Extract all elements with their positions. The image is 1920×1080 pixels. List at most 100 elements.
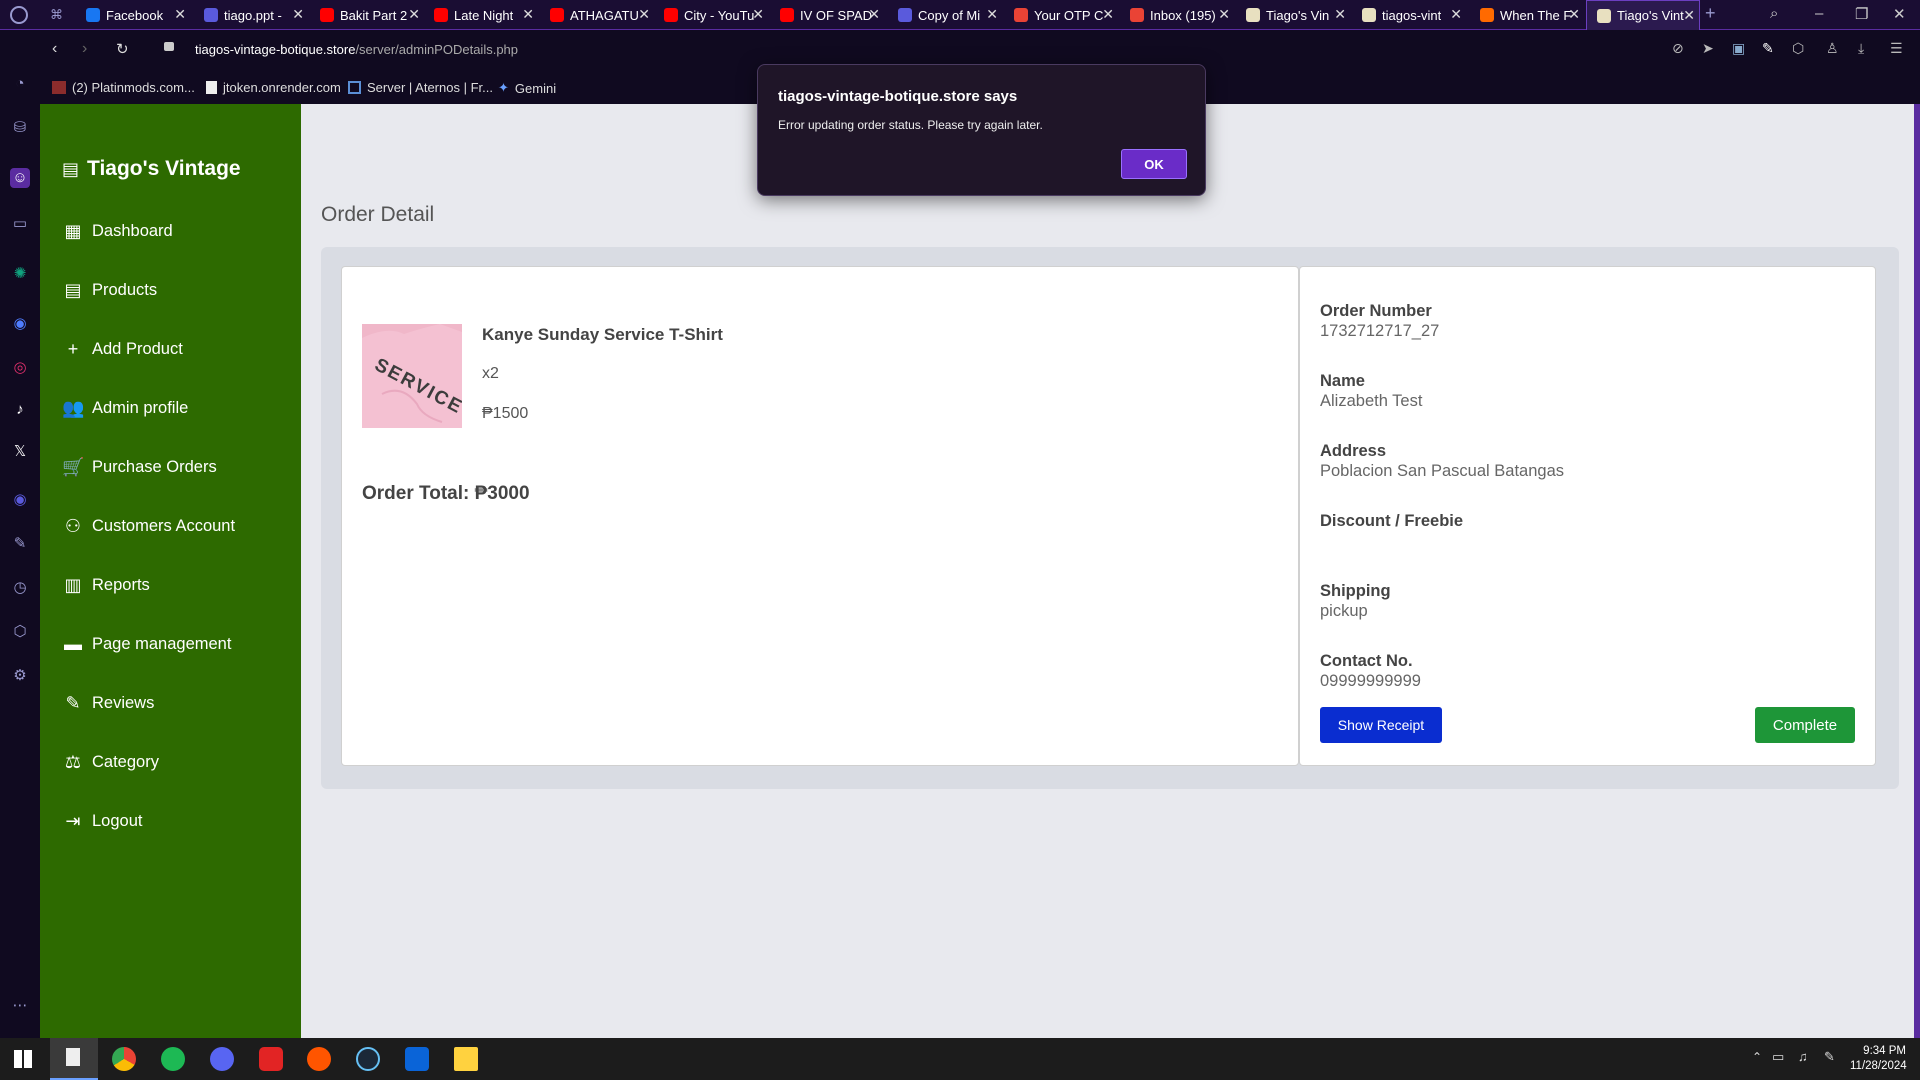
browser-tab[interactable]: tiago.ppt - ✕ bbox=[194, 0, 308, 30]
url-field[interactable]: tiagos-vintage-botique.store/server/admi… bbox=[195, 42, 518, 57]
sidebar-item-page-management[interactable]: ▬ Page management bbox=[62, 633, 231, 655]
soundcloud-icon[interactable] bbox=[307, 1047, 331, 1071]
browser-tab[interactable]: tiagos-vint ✕ bbox=[1352, 0, 1466, 30]
reload-icon[interactable]: ↻ bbox=[116, 40, 129, 58]
browser-tab[interactable]: Late Night ✕ bbox=[424, 0, 538, 30]
cube-icon[interactable]: ⬡ bbox=[1792, 40, 1804, 57]
forward-icon[interactable]: › bbox=[82, 40, 87, 58]
browser-tab[interactable]: Inbox (195) ✕ bbox=[1120, 0, 1234, 30]
instagram-icon[interactable]: ◎ bbox=[10, 358, 30, 378]
send-icon[interactable]: ➤ bbox=[1702, 40, 1714, 57]
outlook-icon[interactable] bbox=[405, 1047, 429, 1071]
sidebar-item-category[interactable]: ⚖ Category bbox=[62, 751, 159, 773]
tab-close-icon[interactable]: ✕ bbox=[292, 6, 304, 23]
browser-tab[interactable]: Your OTP C ✕ bbox=[1004, 0, 1118, 30]
windows-start-icon[interactable] bbox=[14, 1050, 32, 1068]
browser-tab[interactable]: Tiago's Vint ✕ bbox=[1586, 0, 1700, 30]
sidebar-item-customers-account[interactable]: ⚇ Customers Account bbox=[62, 515, 235, 537]
ok-button[interactable]: OK bbox=[1121, 149, 1187, 179]
shopping-icon[interactable]: ⛁ bbox=[10, 118, 30, 138]
tab-close-icon[interactable]: ✕ bbox=[1102, 6, 1114, 23]
lock-icon[interactable] bbox=[164, 42, 174, 51]
messenger-icon[interactable]: ◉ bbox=[10, 314, 30, 334]
anydesk-icon[interactable] bbox=[259, 1047, 283, 1071]
chrome-icon[interactable] bbox=[112, 1047, 136, 1071]
minimize-button[interactable]: – bbox=[1815, 5, 1823, 22]
tab-close-icon[interactable]: ✕ bbox=[1218, 6, 1230, 23]
browser-tab[interactable]: Copy of Mi ✕ bbox=[888, 0, 1002, 30]
extensions-icon[interactable]: ⬡ bbox=[10, 622, 30, 642]
opera-logo-icon[interactable] bbox=[10, 6, 28, 24]
browser-tab[interactable]: ATHAGATU ✕ bbox=[540, 0, 654, 30]
file-explorer-icon[interactable] bbox=[50, 1038, 98, 1080]
back-icon[interactable]: ‹ bbox=[52, 40, 57, 58]
browser-tab[interactable]: City - YouTu ✕ bbox=[654, 0, 768, 30]
sidebar-item-dashboard[interactable]: ▦ Dashboard bbox=[62, 220, 172, 242]
brand[interactable]: ▤ Tiago's Vintage bbox=[62, 157, 241, 181]
search-tabs-icon[interactable]: ⌕ bbox=[1770, 5, 1778, 22]
adblock-icon[interactable]: ⊘ bbox=[1672, 40, 1684, 57]
sidebar-item-logout[interactable]: ⇥ Logout bbox=[62, 810, 142, 832]
tab-close-icon[interactable]: ✕ bbox=[174, 6, 186, 23]
volume-icon[interactable]: ♫ bbox=[1798, 1049, 1808, 1064]
sidebar-item-products[interactable]: ▤ Products bbox=[62, 279, 157, 301]
sidebar-item-reports[interactable]: ▥ Reports bbox=[62, 574, 149, 596]
new-tab-button[interactable]: + bbox=[1705, 3, 1716, 24]
sidebar-item-add-product[interactable]: + Add Product bbox=[62, 338, 183, 360]
sidebar-item-admin-profile[interactable]: 👥 Admin profile bbox=[62, 397, 188, 419]
content-scrollbar[interactable] bbox=[1914, 104, 1920, 1038]
tab-close-icon[interactable]: ✕ bbox=[1683, 7, 1695, 24]
network-icon[interactable]: ▭ bbox=[1772, 1049, 1784, 1065]
tab-close-icon[interactable]: ✕ bbox=[986, 6, 998, 23]
sidebar-item-purchase-orders[interactable]: 🛒 Purchase Orders bbox=[62, 456, 217, 478]
sidebar-item-reviews[interactable]: ✎ Reviews bbox=[62, 692, 154, 714]
x-icon[interactable]: 𝕏 bbox=[10, 442, 30, 462]
tab-close-icon[interactable]: ✕ bbox=[868, 6, 880, 23]
sticky-notes-icon[interactable] bbox=[454, 1047, 478, 1071]
discord-icon[interactable] bbox=[210, 1047, 234, 1071]
notes-icon[interactable]: ✎ bbox=[10, 534, 30, 554]
bookmark-jtoken[interactable]: jtoken.onrender.com bbox=[206, 80, 341, 95]
tab-close-icon[interactable]: ✕ bbox=[752, 6, 764, 23]
speed-dial-icon[interactable]: ◔ bbox=[10, 74, 30, 94]
browser-tab[interactable]: IV OF SPAD ✕ bbox=[770, 0, 884, 30]
bookmark-gemini[interactable]: ✦ Gemini bbox=[498, 80, 556, 96]
tray-chevron-icon[interactable]: ⌃ bbox=[1752, 1050, 1762, 1064]
browser-tab[interactable]: Bakit Part 2 ✕ bbox=[310, 0, 424, 30]
tab-close-icon[interactable]: ✕ bbox=[638, 6, 650, 23]
browser-tab[interactable]: Facebook ✕ bbox=[76, 0, 190, 30]
tab-label: City - YouTu bbox=[684, 7, 755, 23]
tab-close-icon[interactable]: ✕ bbox=[1568, 6, 1580, 23]
tab-close-icon[interactable]: ✕ bbox=[522, 6, 534, 23]
aria-icon[interactable]: ☺ bbox=[10, 168, 30, 188]
pen-tray-icon[interactable]: ✎ bbox=[1824, 1049, 1835, 1065]
steam-icon[interactable] bbox=[356, 1047, 380, 1071]
browser-tab[interactable]: Tiago's Vin ✕ bbox=[1236, 0, 1350, 30]
workspace-icon[interactable]: ⌘ bbox=[50, 7, 63, 23]
settings-gear-icon[interactable]: ⚙ bbox=[10, 666, 30, 686]
history-icon[interactable]: ◷ bbox=[10, 578, 30, 598]
pen-icon[interactable]: ✎ bbox=[1762, 40, 1774, 57]
profile-icon[interactable]: ♙ bbox=[1826, 40, 1839, 57]
download-icon[interactable]: ⤓ bbox=[1858, 40, 1864, 57]
tiktok-icon[interactable]: ♪ bbox=[10, 400, 30, 420]
restore-button[interactable]: ❐ bbox=[1855, 5, 1868, 23]
chatgpt-icon[interactable]: ✺ bbox=[10, 264, 30, 284]
clock[interactable]: 9:34 PM 11/28/2024 bbox=[1850, 1044, 1907, 1074]
browser-tab[interactable]: When The F ✕ bbox=[1470, 0, 1584, 30]
tab-close-icon[interactable]: ✕ bbox=[1334, 6, 1346, 23]
complete-button[interactable]: Complete bbox=[1755, 707, 1855, 743]
menu-icon[interactable]: ☰ bbox=[1890, 40, 1903, 57]
reader-icon[interactable]: ▭ bbox=[10, 214, 30, 234]
show-receipt-button[interactable]: Show Receipt bbox=[1320, 707, 1442, 743]
more-options-icon[interactable]: ⋯ bbox=[10, 996, 30, 1016]
snapshot-icon[interactable]: ▣ bbox=[1732, 40, 1745, 57]
close-window-button[interactable]: ✕ bbox=[1893, 5, 1906, 23]
bookmark-platinmods[interactable]: (2) Platinmods.com... bbox=[52, 80, 195, 95]
tab-close-icon[interactable]: ✕ bbox=[1450, 6, 1462, 23]
bookmark-aternos[interactable]: Server | Aternos | Fr... bbox=[348, 80, 493, 95]
product-image[interactable]: SERVICE bbox=[362, 324, 462, 428]
spotify-icon[interactable]: ◉ bbox=[10, 490, 30, 510]
tab-close-icon[interactable]: ✕ bbox=[408, 6, 420, 23]
spotify-taskbar-icon[interactable] bbox=[161, 1047, 185, 1071]
